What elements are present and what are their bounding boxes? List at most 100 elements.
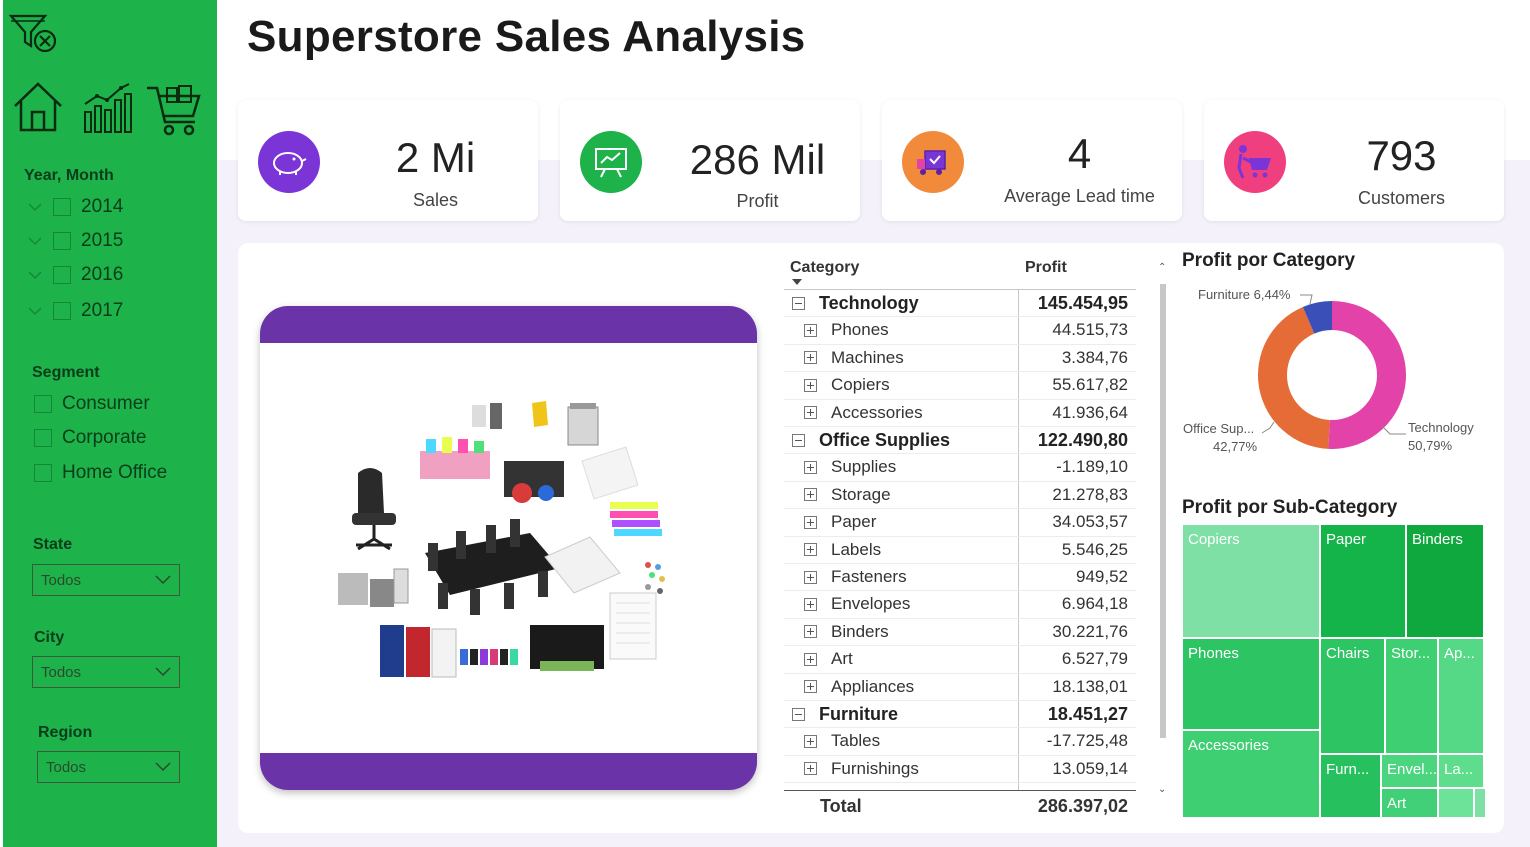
filter-clear-icon[interactable]: [9, 12, 59, 54]
expand-icon[interactable]: [804, 625, 817, 639]
treemap-cell-chairs[interactable]: Chairs: [1320, 638, 1385, 754]
donut-slice-technology[interactable]: [1328, 301, 1406, 449]
year-item-2014[interactable]: 2014: [27, 196, 123, 218]
expand-icon[interactable]: [804, 515, 817, 529]
expand-icon[interactable]: [804, 488, 817, 502]
art-supplies-image: [420, 437, 490, 479]
cart-icon[interactable]: [145, 84, 203, 140]
matrix-row-category[interactable]: Technology 145.454,95: [784, 290, 1136, 318]
region-dropdown[interactable]: Todos: [37, 751, 180, 783]
expand-icon[interactable]: [804, 378, 817, 392]
donut-leader-line: [1261, 421, 1275, 434]
matrix-row[interactable]: Tables -17.725,48: [784, 728, 1136, 756]
appliances-image: [338, 568, 409, 607]
state-dropdown[interactable]: Todos: [32, 564, 180, 596]
year-label: 2016: [81, 264, 124, 285]
matrix-row[interactable]: Art 6.527,79: [784, 646, 1136, 674]
matrix-row[interactable]: Fasteners 949,52: [784, 564, 1136, 592]
scroll-thumb[interactable]: [1160, 284, 1166, 738]
treemap-cell-appliances[interactable]: Ap...: [1438, 638, 1484, 754]
matrix-row[interactable]: Phones 44.515,73: [784, 317, 1136, 345]
expand-icon[interactable]: [804, 762, 817, 776]
checkbox[interactable]: [34, 429, 52, 447]
treemap-cell-labels[interactable]: La...: [1438, 754, 1484, 788]
checkbox[interactable]: [34, 395, 52, 413]
category-value: 145.454,95: [1037, 293, 1128, 313]
city-dropdown[interactable]: Todos: [32, 656, 180, 688]
chevron-down-icon[interactable]: [27, 233, 43, 249]
matrix-row[interactable]: Copiers 55.617,82: [784, 372, 1136, 400]
expand-icon[interactable]: [804, 460, 817, 474]
subcategory-value: -17.725,48: [1046, 731, 1128, 751]
treemap-cell-furnishings[interactable]: Furn...: [1320, 754, 1381, 818]
year-item-2017[interactable]: 2017: [27, 300, 123, 322]
scroll-down-icon[interactable]: ⌄: [1158, 784, 1166, 795]
expand-icon[interactable]: [804, 597, 817, 611]
column-header-category[interactable]: Category: [790, 259, 859, 277]
chart-icon[interactable]: [81, 82, 135, 134]
column-header-profit[interactable]: Profit: [1025, 259, 1067, 277]
home-icon[interactable]: [11, 80, 65, 134]
subcategory-value: 6.527,79: [1061, 649, 1128, 669]
expand-icon[interactable]: [804, 406, 817, 420]
treemap-cell-copiers[interactable]: Copiers: [1182, 524, 1320, 638]
matrix-row-category[interactable]: Furniture 18.451,27: [784, 701, 1136, 729]
scroll-up-icon[interactable]: ⌃: [1158, 262, 1166, 273]
treemap-cell-binders[interactable]: Binders: [1406, 524, 1484, 638]
expand-icon[interactable]: [804, 652, 817, 666]
category-label: Furniture: [819, 704, 898, 724]
matrix-row[interactable]: Labels 5.546,25: [784, 537, 1136, 564]
kpi-value: 793: [1366, 132, 1437, 179]
treemap-cell-envelopes[interactable]: Envel...: [1381, 754, 1438, 788]
subcategory-label: Art: [831, 649, 853, 669]
kpi-card-sales: 2 Mi Sales: [238, 100, 538, 221]
chevron-down-icon[interactable]: [27, 199, 43, 215]
treemap-cell-paper[interactable]: Paper: [1320, 524, 1406, 638]
matrix-scrollbar[interactable]: ⌃ ⌄: [1157, 262, 1169, 802]
subcategory-value: 13.059,14: [1052, 758, 1128, 778]
checkbox[interactable]: [53, 232, 71, 250]
segment-item-consumer[interactable]: Consumer: [34, 393, 150, 415]
treemap-cell-art[interactable]: Art: [1381, 788, 1438, 818]
matrix-row[interactable]: Appliances 18.138,01: [784, 674, 1136, 701]
subcategory-label: Storage: [831, 484, 891, 504]
treemap-cell-tiny[interactable]: [1474, 788, 1486, 818]
year-item-2016[interactable]: 2016: [27, 264, 123, 286]
expand-icon[interactable]: [804, 323, 817, 337]
treemap-cell-storage[interactable]: Stor...: [1385, 638, 1438, 754]
kpi-card-lead-time: 4 Average Lead time: [882, 100, 1182, 221]
matrix-row-category[interactable]: Office Supplies 122.490,80: [784, 427, 1136, 455]
category-profit-matrix: Category Profit Technology 145.454,95 Ph…: [784, 250, 1139, 820]
matrix-row[interactable]: Accessories 41.936,64: [784, 400, 1136, 427]
treemap-cell-phones[interactable]: Phones: [1182, 638, 1320, 730]
matrix-row[interactable]: Binders 30.221,76: [784, 619, 1136, 647]
expand-icon[interactable]: [804, 680, 817, 694]
checkbox[interactable]: [53, 302, 71, 320]
expand-icon[interactable]: [804, 734, 817, 748]
sort-arrow-icon[interactable]: [792, 279, 802, 285]
expand-icon[interactable]: [804, 543, 817, 557]
expand-icon[interactable]: [804, 570, 817, 584]
treemap-cell-accessories[interactable]: Accessories: [1182, 730, 1320, 818]
year-item-2015[interactable]: 2015: [27, 230, 123, 252]
checkbox[interactable]: [53, 198, 71, 216]
segment-item-home-office[interactable]: Home Office: [34, 462, 167, 484]
matrix-row[interactable]: Paper 34.053,57: [784, 509, 1136, 537]
treemap-chart: Copiers Paper Binders Phones Chairs Stor…: [1182, 524, 1486, 818]
total-value: 286.397,02: [1037, 796, 1128, 816]
matrix-row[interactable]: Storage 21.278,83: [784, 482, 1136, 510]
expand-icon[interactable]: [804, 351, 817, 365]
collapse-icon[interactable]: [792, 708, 805, 721]
matrix-row[interactable]: Machines 3.384,76: [784, 345, 1136, 373]
matrix-row[interactable]: Supplies -1.189,10: [784, 454, 1136, 482]
chevron-down-icon[interactable]: [27, 303, 43, 319]
matrix-row[interactable]: Envelopes 6.964,18: [784, 591, 1136, 619]
checkbox[interactable]: [34, 464, 52, 482]
segment-item-corporate[interactable]: Corporate: [34, 427, 147, 449]
collapse-icon[interactable]: [792, 434, 805, 447]
collapse-icon[interactable]: [792, 297, 805, 310]
treemap-cell-small[interactable]: [1438, 788, 1474, 818]
checkbox[interactable]: [53, 266, 71, 284]
matrix-row[interactable]: Furnishings 13.059,14: [784, 756, 1136, 784]
chevron-down-icon[interactable]: [27, 267, 43, 283]
